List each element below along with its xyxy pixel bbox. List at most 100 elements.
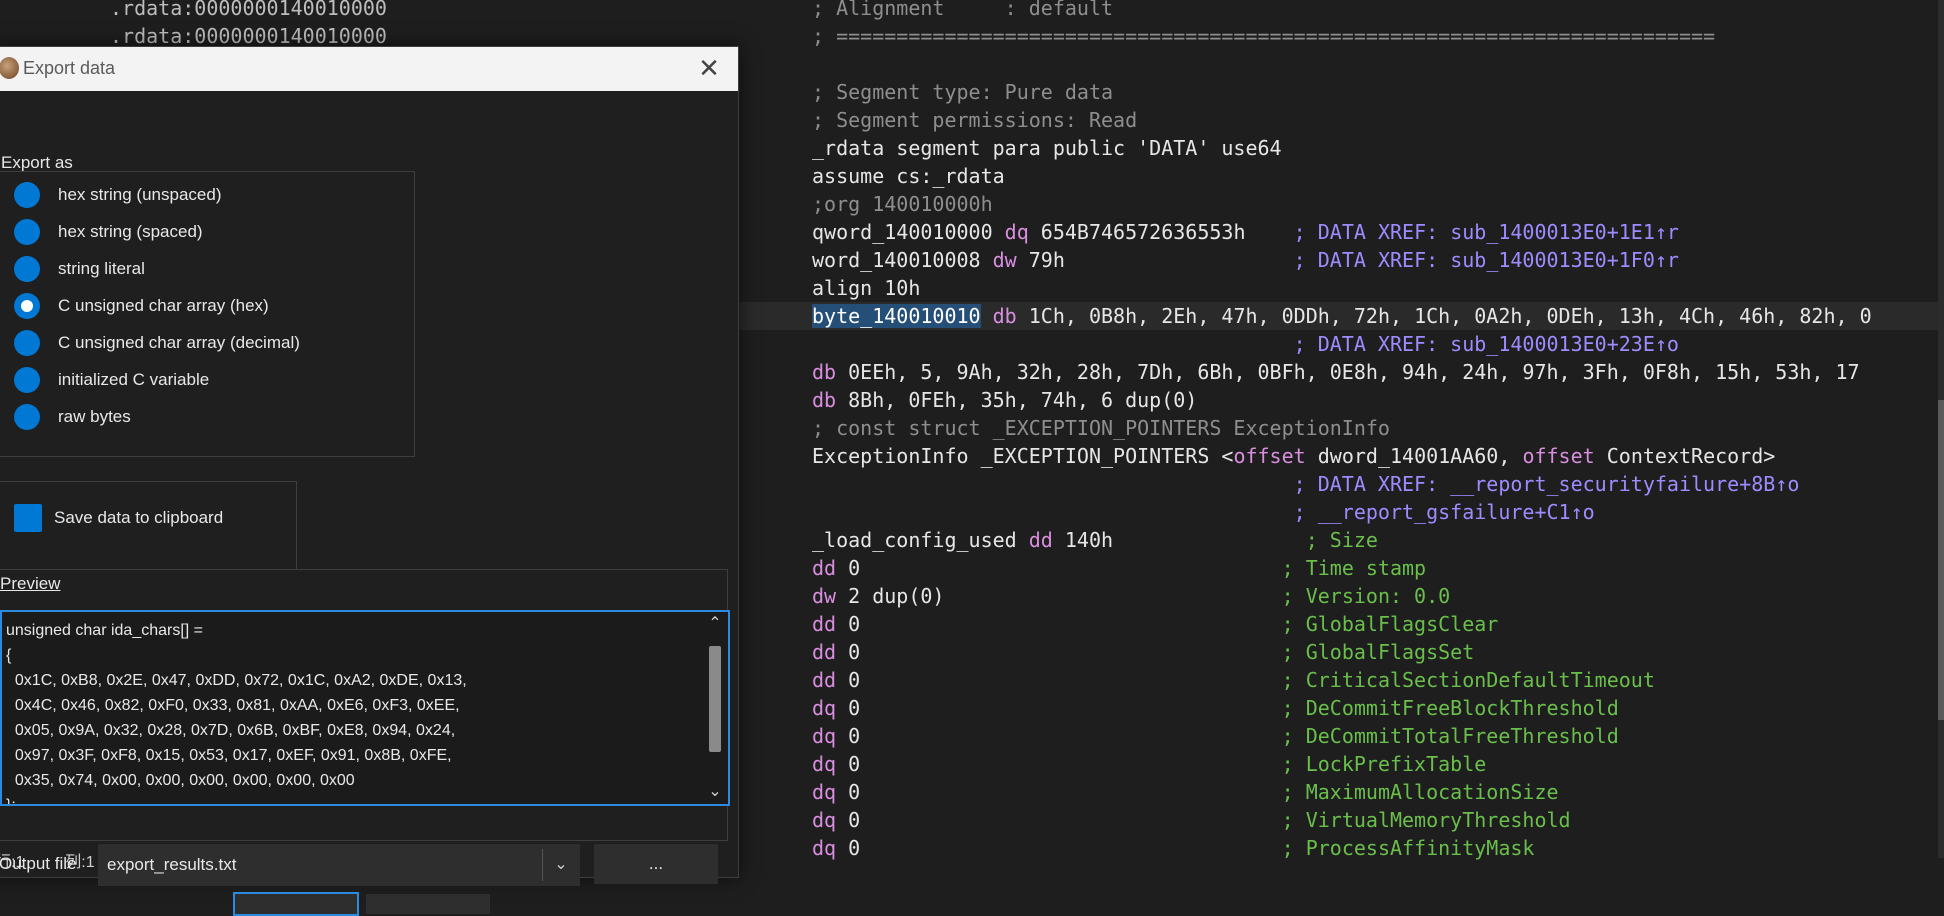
code-token: ; GlobalFlagsClear [1281,612,1499,636]
save-clipboard-checkbox[interactable] [14,504,42,532]
code-token: ; DATA XREF: __report_securityfailure+8B… [1293,472,1800,496]
code-token: ; MaximumAllocationSize [1281,780,1559,804]
code-token: dd [812,556,849,580]
code-token: 0 [848,752,1282,776]
export-option-label[interactable]: raw bytes [58,407,131,427]
scroll-up-icon[interactable]: ⌃ [705,614,725,634]
radio-button[interactable] [14,404,40,430]
code-token: qword_140010000 [812,220,1005,244]
code-token: 0 [848,724,1282,748]
export-option[interactable]: string literal [14,254,145,284]
code-token: 0 [848,668,1282,692]
scroll-down-icon[interactable]: ⌄ [705,782,725,802]
code-token: _rdata segment para public 'DATA' use64 [812,136,1282,160]
code-token: dq [812,752,849,776]
code-token: ; DeCommitTotalFreeThreshold [1281,724,1619,748]
code-token: 0 [848,780,1282,804]
code-token: dd [812,612,849,636]
preview-label: Preview [0,574,61,593]
code-token: ; GlobalFlagsSet [1281,640,1475,664]
code-token: ; CriticalSectionDefaultTimeout [1281,668,1655,692]
code-token: db [812,360,849,384]
code-token: 2 dup(0) [848,584,1282,608]
preview-textarea[interactable]: unsigned char ida_chars[] = { 0x1C, 0xB8… [0,610,730,806]
code-token: db [980,304,1029,328]
export-data-dialog: Export data ✕ Export as hex string (unsp… [0,46,739,916]
code-line[interactable]: ; Alignment : default [0,0,1944,22]
radio-button[interactable] [14,330,40,356]
code-token: 140h [1064,528,1306,552]
close-icon[interactable]: ✕ [692,51,726,85]
code-token: offset [1522,444,1607,468]
clipboard-group: Save data to clipboard [0,481,297,573]
code-token: ; Time stamp [1281,556,1427,580]
code-token: dword_14001AA60, [1317,444,1523,468]
export-option-label[interactable]: hex string (spaced) [58,222,203,242]
code-token: ; Version: 0.0 [1281,584,1451,608]
code-token: ;org 140010000h [812,192,993,216]
code-token: dq [812,808,849,832]
save-clipboard-label[interactable]: Save data to clipboard [54,508,223,528]
code-token: dd [812,668,849,692]
code-token: offset [1233,444,1318,468]
scrollbar-thumb[interactable] [1938,400,1944,720]
code-token: assume cs:_rdata [812,164,1005,188]
export-option[interactable]: C unsigned char array (decimal) [14,328,300,358]
chevron-down-icon[interactable]: ⌄ [549,851,573,879]
export-format-group: hex string (unspaced) hex string (spaced)… [0,171,415,457]
radio-button[interactable] [14,293,40,319]
radio-button[interactable] [14,219,40,245]
radio-button[interactable] [14,367,40,393]
code-token: dq [812,724,849,748]
code-token: 0 [848,612,1282,636]
dialog-body: Export as hex string (unspaced) hex strin… [0,91,738,877]
code-token: 0 [848,808,1282,832]
export-option[interactable]: raw bytes [14,402,131,432]
dialog-titlebar[interactable]: Export data ✕ [0,47,738,91]
preview-scrollbar[interactable]: ⌃ ⌄ [702,612,728,804]
ida-app-icon [0,57,19,79]
code-token: ; Segment type: Pure data [812,80,1114,104]
code-token: ; DeCommitFreeBlockThreshold [1281,696,1619,720]
code-token: ; Alignment : default [812,0,1114,20]
code-token: 0 [848,556,1282,580]
ok-button[interactable] [233,892,359,916]
export-option-label[interactable]: initialized C variable [58,370,209,390]
code-token: 8Bh, 0FEh, 35h, 74h, 6 dup(0) [848,388,1198,412]
cancel-button[interactable] [366,894,490,914]
dialog-title: Export data [23,58,116,78]
radio-button[interactable] [14,182,40,208]
code-token: dq [812,836,849,860]
export-option-label[interactable]: hex string (unspaced) [58,185,221,205]
output-file-label: Output file [0,854,77,873]
code-token: _load_config_used [812,528,1029,552]
code-token: dq [812,780,849,804]
export-as-label: Export as [1,153,73,172]
export-option[interactable]: initialized C variable [14,365,209,395]
code-token: 0 [848,640,1282,664]
export-option-label[interactable]: C unsigned char array (hex) [58,296,269,316]
code-token: ; VirtualMemoryThreshold [1281,808,1571,832]
preview-text: unsigned char ida_chars[] = { 0x1C, 0xB8… [6,622,467,806]
disassembly-scrollbar[interactable] [1938,0,1944,858]
code-token: dd [1028,528,1065,552]
output-file-combobox[interactable]: export_results.txt ⌄ [98,844,580,886]
code-token: ; ProcessAffinityMask [1281,836,1535,860]
export-option[interactable]: hex string (unspaced) [14,180,221,210]
export-option-label[interactable]: C unsigned char array (decimal) [58,333,300,353]
export-option-label[interactable]: string literal [58,259,145,279]
export-option[interactable]: C unsigned char array (hex) [14,291,269,321]
code-token: 79h [1028,248,1294,272]
browse-button[interactable]: ... [594,844,718,884]
radio-button[interactable] [14,256,40,282]
code-token: ; Size [1305,528,1378,552]
code-token: ; ======================================… [812,24,1716,48]
code-token: dw [992,248,1029,272]
export-option[interactable]: hex string (spaced) [14,217,203,247]
scroll-thumb[interactable] [709,646,721,752]
code-token: ExceptionInfo _EXCEPTION_POINTERS < [812,444,1234,468]
code-token: ; __report_gsfailure+C1↑o [1293,500,1595,524]
